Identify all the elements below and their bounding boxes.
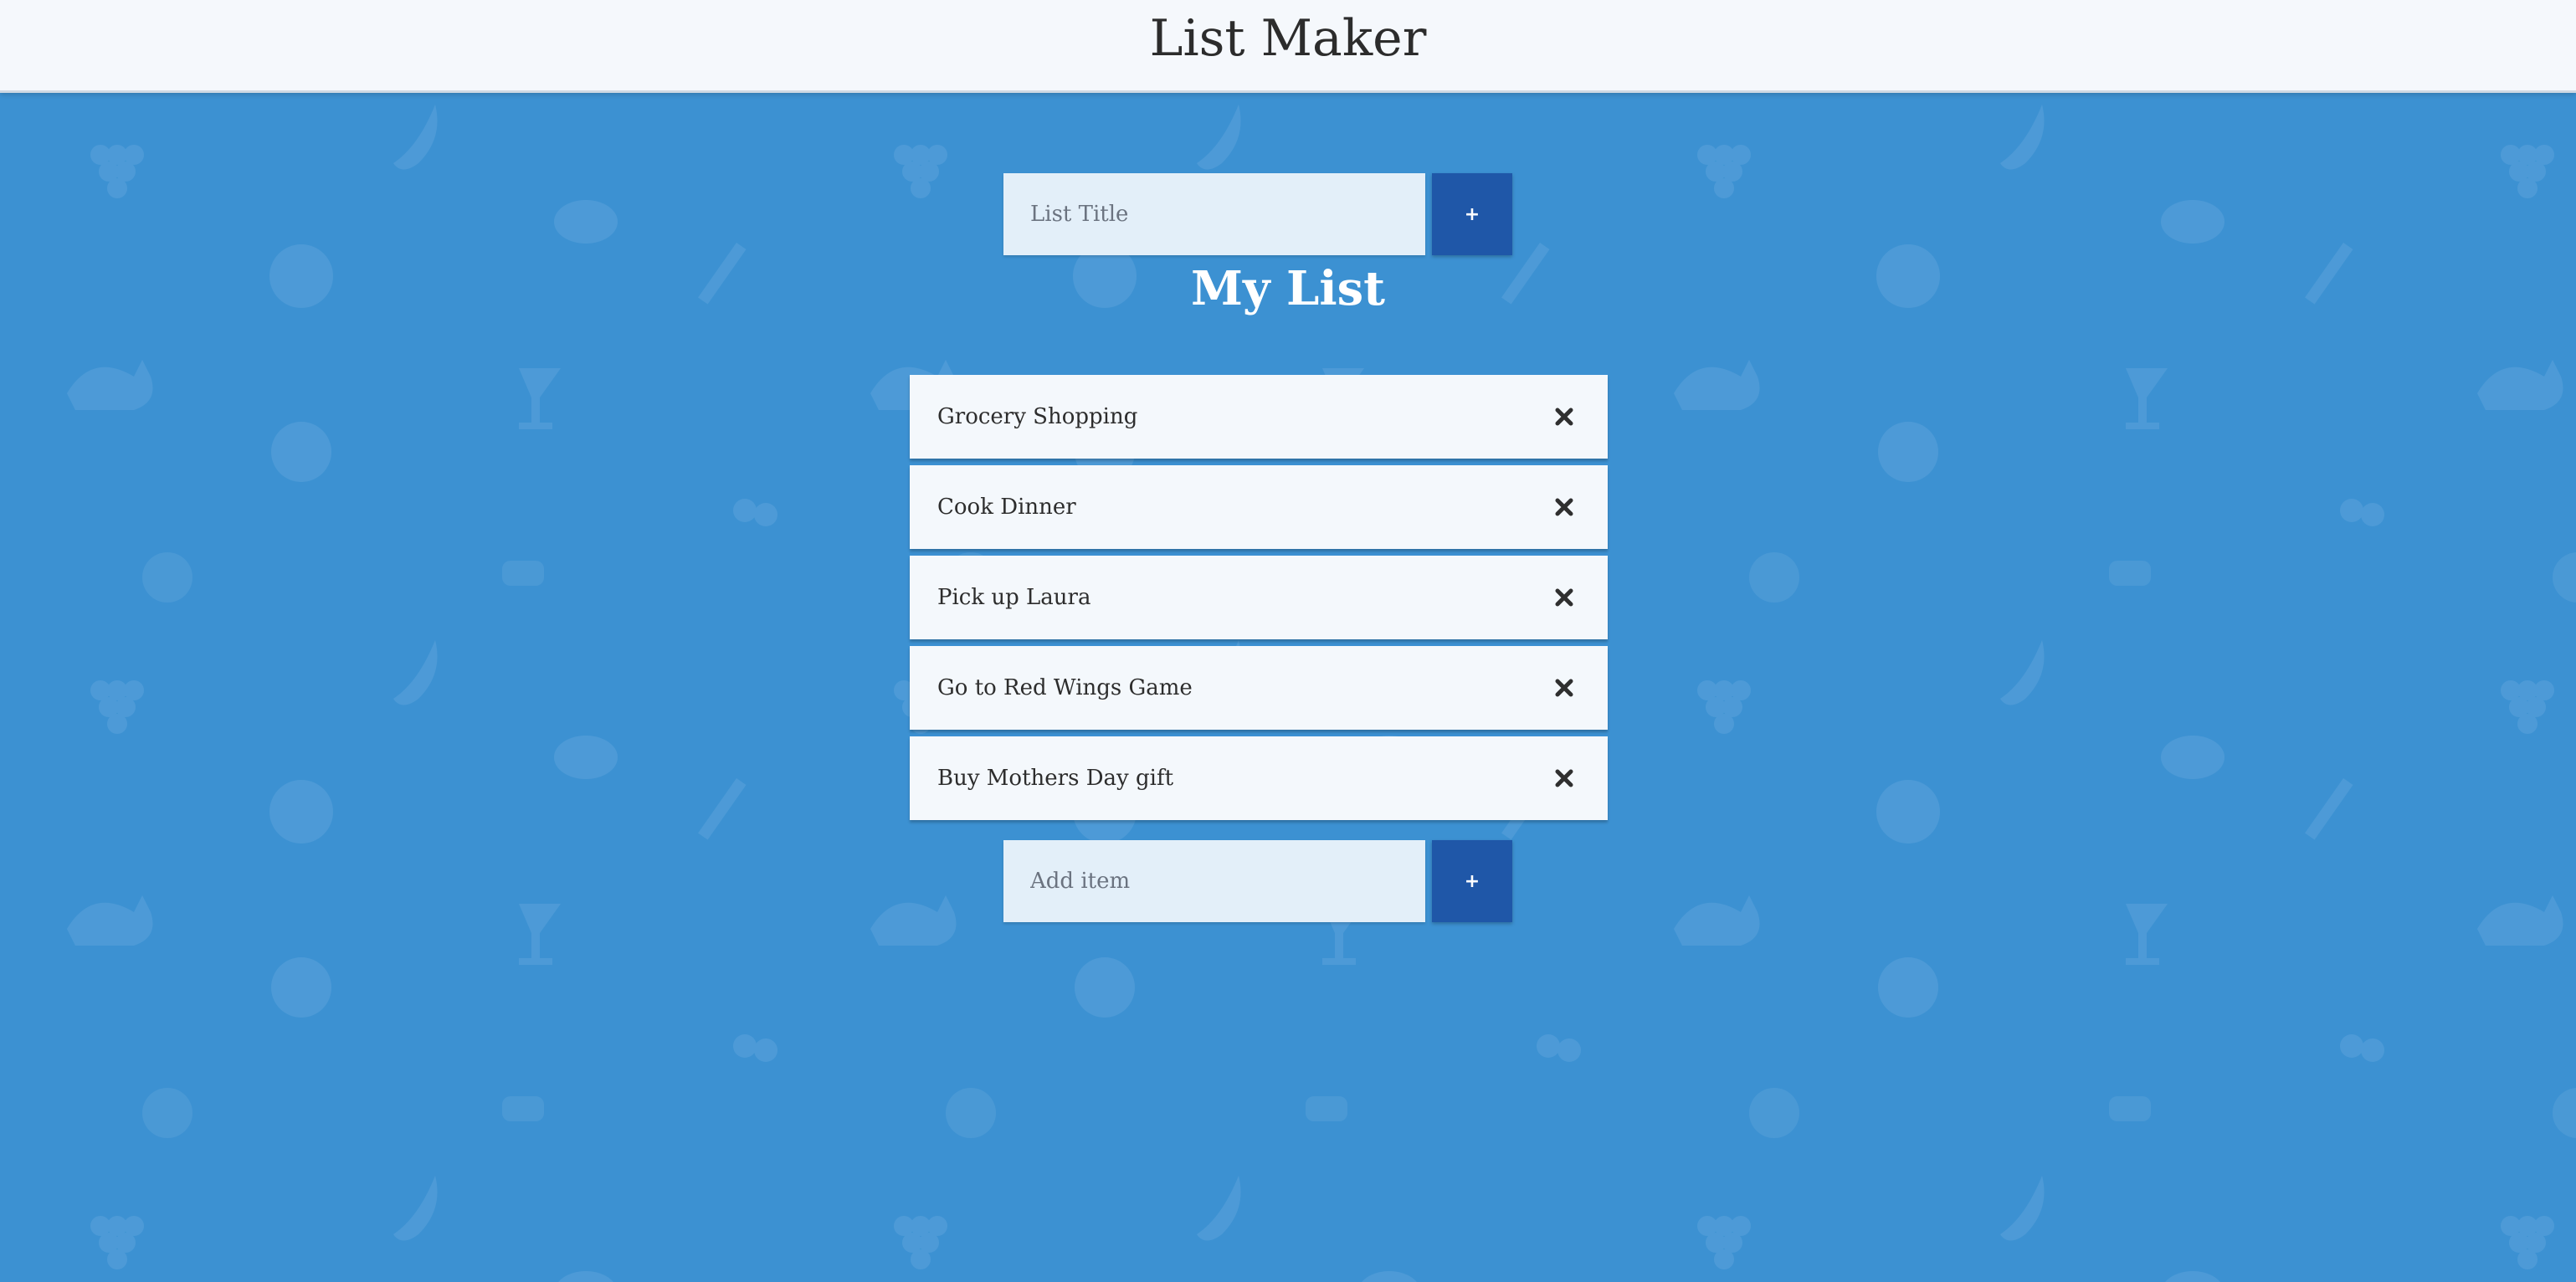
list-title-input[interactable] xyxy=(1003,173,1425,255)
list-heading: My List xyxy=(1190,261,1386,316)
main-content: + My List Grocery Shopping Cook Dinner P… xyxy=(0,0,2576,1282)
list-item: Pick up Laura xyxy=(910,556,1608,639)
add-item-form: + xyxy=(1003,840,1514,922)
plus-icon: + xyxy=(1464,203,1480,225)
close-x-icon[interactable] xyxy=(1546,398,1583,435)
list-item: Go to Red Wings Game xyxy=(910,646,1608,730)
close-x-icon[interactable] xyxy=(1546,669,1583,706)
list-title-form: + xyxy=(1003,173,1514,255)
add-item-input[interactable] xyxy=(1003,840,1425,922)
close-x-icon[interactable] xyxy=(1546,579,1583,616)
list-item-label: Grocery Shopping xyxy=(937,404,1138,429)
list-item-label: Buy Mothers Day gift xyxy=(937,766,1174,791)
list-item-label: Pick up Laura xyxy=(937,585,1091,610)
close-x-icon[interactable] xyxy=(1546,760,1583,797)
app-title: List Maker xyxy=(1149,9,1427,68)
app-header: List Maker xyxy=(0,0,2576,93)
list-item: Buy Mothers Day gift xyxy=(910,736,1608,820)
list-item-label: Go to Red Wings Game xyxy=(937,675,1193,700)
todo-list: Grocery Shopping Cook Dinner Pick up Lau… xyxy=(910,375,1608,827)
set-title-button[interactable]: + xyxy=(1432,173,1512,255)
add-item-button[interactable]: + xyxy=(1432,840,1512,922)
list-item-label: Cook Dinner xyxy=(937,495,1076,520)
close-x-icon[interactable] xyxy=(1546,489,1583,526)
plus-icon: + xyxy=(1464,870,1480,892)
list-item: Cook Dinner xyxy=(910,465,1608,549)
list-item: Grocery Shopping xyxy=(910,375,1608,459)
